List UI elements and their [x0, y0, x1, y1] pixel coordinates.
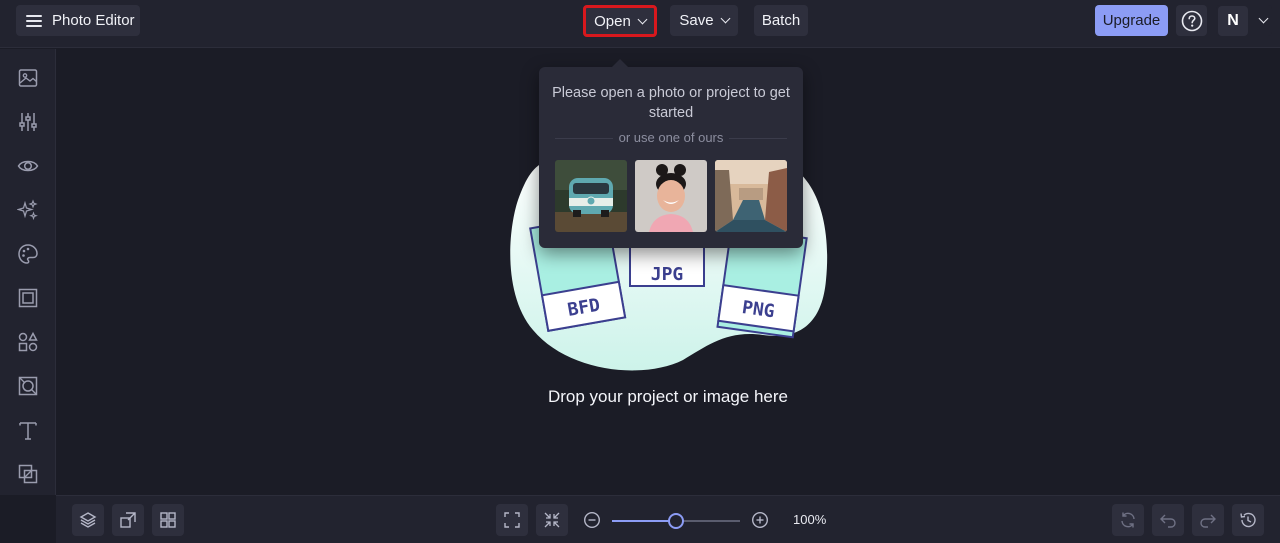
popup-subtitle-wrap: or use one of ours	[539, 130, 803, 145]
help-button[interactable]	[1176, 5, 1207, 36]
batch-button[interactable]: Batch	[754, 5, 808, 36]
zoom-level-readout: 100%	[793, 512, 827, 527]
eye-icon[interactable]	[17, 155, 39, 177]
open-button[interactable]: Open	[583, 5, 657, 37]
main-menu-button[interactable]: Photo Editor	[16, 5, 140, 36]
redo-button[interactable]	[1192, 504, 1224, 536]
history-icon	[1240, 512, 1256, 528]
open-label: Open	[594, 12, 631, 30]
text-icon[interactable]	[17, 419, 39, 441]
adjustments-icon[interactable]	[17, 111, 39, 133]
collapse-icon	[544, 512, 560, 528]
sample-images	[555, 160, 787, 232]
avatar: N	[1218, 5, 1248, 36]
sample-canal-thumbnail[interactable]	[715, 160, 787, 232]
zoom-slider-fill	[612, 520, 676, 522]
zoom-slider-handle[interactable]	[668, 513, 684, 529]
resize-icon	[120, 512, 136, 528]
fit-screen-button[interactable]	[496, 504, 528, 536]
redo-icon	[1200, 514, 1216, 528]
frame-icon[interactable]	[17, 287, 39, 309]
bottom-bar: 100%	[56, 495, 1280, 543]
layers-button[interactable]	[72, 504, 104, 536]
image-icon[interactable]	[17, 67, 39, 89]
chevron-down-icon	[720, 13, 731, 24]
overlay-icon[interactable]	[17, 463, 39, 485]
zoom-out-button[interactable]	[576, 504, 608, 536]
batch-label: Batch	[761, 12, 801, 29]
account-menu-button[interactable]: N	[1216, 5, 1272, 36]
app-title: Photo Editor	[52, 12, 135, 29]
resize-button[interactable]	[112, 504, 144, 536]
history-button[interactable]	[1232, 504, 1264, 536]
popup-subtitle: or use one of ours	[612, 130, 730, 145]
layers-icon	[79, 512, 97, 528]
upgrade-button[interactable]: Upgrade	[1095, 5, 1168, 36]
top-bar: Photo Editor Open Save Batch Upgrade N	[0, 0, 1280, 48]
grid-icon	[160, 512, 176, 528]
zoom-out-icon	[583, 511, 601, 529]
actual-size-button[interactable]	[536, 504, 568, 536]
zoom-slider[interactable]	[612, 513, 740, 529]
save-button[interactable]: Save	[670, 5, 738, 36]
grid-button[interactable]	[152, 504, 184, 536]
undo-button[interactable]	[1152, 504, 1184, 536]
chevron-down-icon	[637, 14, 648, 24]
sample-van-thumbnail[interactable]	[555, 160, 627, 232]
png-label: PNG	[741, 297, 776, 322]
zoom-in-icon	[751, 511, 769, 529]
drop-hint-text: Drop your project or image here	[547, 387, 788, 406]
popup-title: Please open a photo or project to get st…	[552, 85, 790, 121]
jpg-label: JPG	[651, 264, 684, 285]
zoom-in-button[interactable]	[744, 504, 776, 536]
refresh-icon	[1121, 512, 1135, 528]
open-popup: Please open a photo or project to get st…	[539, 59, 803, 248]
tools-sidebar	[0, 49, 56, 495]
help-icon	[1181, 10, 1202, 31]
chevron-down-icon	[1258, 13, 1269, 24]
shapes-icon[interactable]	[17, 331, 39, 353]
palette-icon[interactable]	[17, 243, 39, 265]
sparkles-icon[interactable]	[17, 199, 39, 221]
undo-icon	[1160, 514, 1176, 528]
hamburger-icon	[26, 14, 42, 27]
refresh-button[interactable]	[1112, 504, 1144, 536]
sample-portrait-thumbnail[interactable]	[635, 160, 707, 232]
popup-caret	[611, 59, 629, 68]
save-label: Save	[679, 12, 714, 29]
expand-icon	[504, 512, 520, 528]
